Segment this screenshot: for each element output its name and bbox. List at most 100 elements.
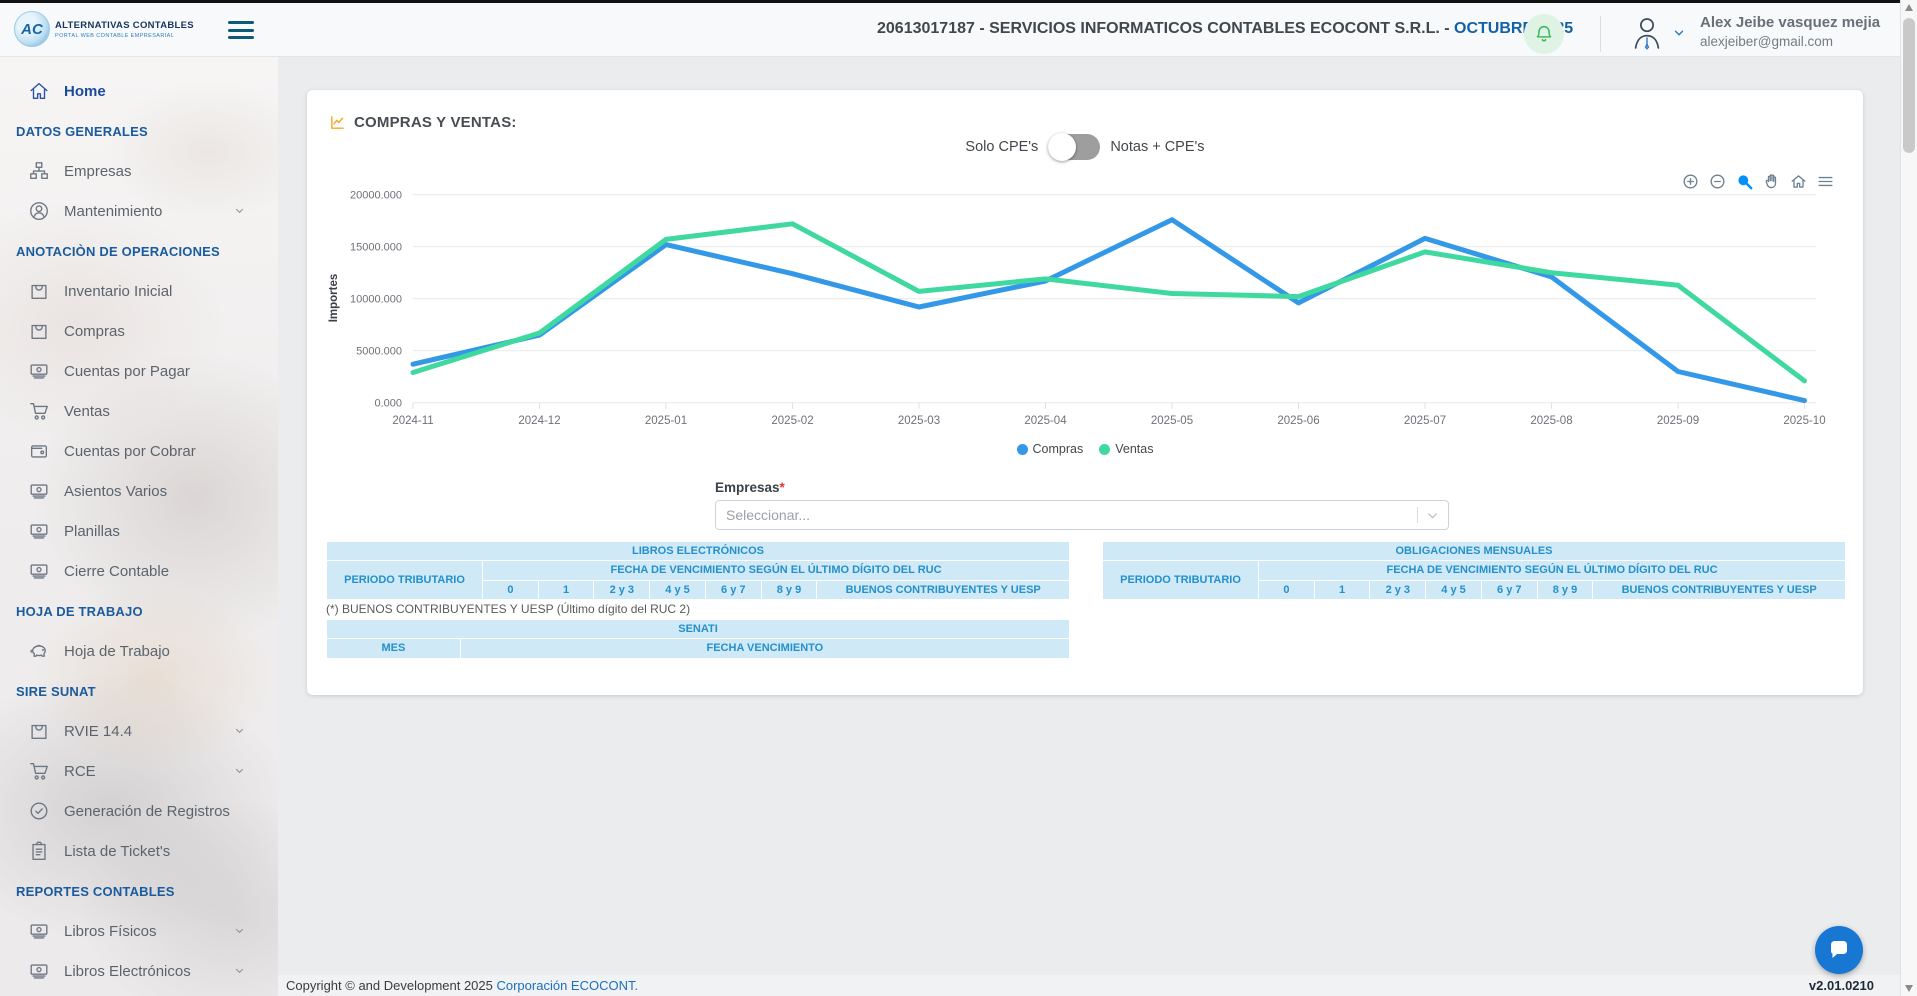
fecha-vencimiento-header: FECHA DE VENCIMIENTO SEGÚN EL ÚLTIMO DÍG… (1259, 561, 1846, 580)
sidebar-item-label: Empresas (64, 163, 132, 180)
chevron-down-icon (233, 204, 246, 217)
sidebar-item-asientos-varios[interactable]: Asientos Varios (0, 471, 278, 511)
app-logo[interactable]: AC ALTERNATIVAS CONTABLES PORTAL WEB CON… (14, 11, 194, 47)
cart-icon (28, 400, 50, 422)
libros-col-buenos-contribuyentes-y-uesp: BUENOS CONTRIBUYENTES Y UESP (817, 580, 1070, 599)
app-version: v2.01.0210 (1809, 978, 1900, 993)
y-tick-label: 20000.000 (350, 190, 402, 202)
sidebar-item-ventas[interactable]: Ventas (0, 391, 278, 431)
window-scrollbar[interactable] (1900, 0, 1917, 996)
ecocont-link[interactable]: Corporación ECOCONT. (496, 978, 638, 993)
obligaciones-col-buenos-contribuyentes-y-uesp: BUENOS CONTRIBUYENTES Y UESP (1593, 580, 1846, 599)
legend-item-compras[interactable]: Compras (1017, 442, 1084, 456)
sidebar-item-planillas[interactable]: Planillas (0, 511, 278, 551)
cpe-mode-toggle[interactable] (1048, 134, 1100, 160)
select-placeholder: Seleccionar... (716, 507, 1417, 523)
libros-col-4-y-5: 4 y 5 (650, 580, 706, 599)
scrollbar-up-arrow[interactable] (1905, 4, 1913, 11)
x-tick-label: 2025-01 (645, 415, 687, 427)
sidebar-section-anotacion-de-operaciones: ANOTACIÒN DE OPERACIONES (0, 231, 278, 271)
shopping-bag-icon (28, 280, 50, 302)
pan-icon[interactable] (1762, 172, 1781, 191)
chat-button[interactable] (1815, 926, 1863, 974)
table-title: LIBROS ELECTRÓNICOS (327, 542, 1070, 561)
check-circle-icon (28, 800, 50, 822)
toggle-label-solo-cpes: Solo CPE's (965, 139, 1038, 155)
sidebar-item-home[interactable]: Home (0, 71, 278, 111)
libros-col-2-y-3: 2 y 3 (594, 580, 650, 599)
zoom-in-icon[interactable] (1681, 172, 1700, 191)
sidebar-item-label: Planillas (64, 523, 120, 540)
banknote-icon (28, 960, 50, 982)
sidebar-item-label: RVIE 14.4 (64, 723, 132, 740)
chevron-down-icon (233, 724, 246, 737)
reset-zoom-icon[interactable] (1789, 172, 1808, 191)
chevron-down-icon (233, 764, 246, 777)
user-menu-chevron-icon[interactable] (1672, 26, 1686, 40)
chart-toolbar (1681, 172, 1835, 191)
banknote-icon (28, 520, 50, 542)
sidebar-item-mantenimiento[interactable]: Mantenimiento (0, 191, 278, 231)
obligaciones-col-8-y-9: 8 y 9 (1537, 580, 1593, 599)
sidebar-item-label: Hoja de Trabajo (64, 643, 170, 660)
user-circle-icon (28, 200, 50, 222)
sidebar-item-rce[interactable]: RCE (0, 751, 278, 791)
notifications-button[interactable] (1524, 14, 1564, 54)
menu-toggle-icon[interactable] (228, 21, 254, 41)
periodo-tributario-header: PERIODO TRIBUTARIO (327, 561, 483, 600)
obligaciones-col-0: 0 (1259, 580, 1315, 599)
sidebar-item-generacion-de-registros[interactable]: Generación de Registros (0, 791, 278, 831)
libros-col-8-y-9: 8 y 9 (761, 580, 817, 599)
x-tick-label: 2025-09 (1657, 415, 1699, 427)
sidebar-item-label: Libros Físicos (64, 923, 157, 940)
wallet-icon (28, 440, 50, 462)
sidebar-item-cuentas-por-cobrar[interactable]: Cuentas por Cobrar (0, 431, 278, 471)
menu-icon[interactable] (1816, 172, 1835, 191)
y-tick-label: 0.000 (374, 398, 402, 410)
main-content: COMPRAS Y VENTAS: Solo CPE's Notas + CPE… (278, 57, 1900, 975)
sidebar-item-libros-fisicos[interactable]: Libros Físicos (0, 911, 278, 951)
chart-legend: Compras Ventas (307, 442, 1863, 456)
compras-ventas-chart[interactable]: 20000.00015000.00010000.0005000.0000.000… (307, 162, 1863, 442)
sidebar-item-compras[interactable]: Compras (0, 311, 278, 351)
scrollbar-thumb[interactable] (1903, 18, 1915, 153)
header-divider (1600, 16, 1601, 52)
chevron-down-icon[interactable] (1426, 509, 1439, 522)
legend-label: Ventas (1115, 442, 1153, 456)
card-title: COMPRAS Y VENTAS: (354, 114, 517, 131)
y-tick-label: 10000.000 (350, 294, 402, 306)
required-asterisk: * (780, 480, 785, 495)
logo-subtitle: PORTAL WEB CONTABLE EMPRESARIAL (55, 33, 194, 39)
app-window: AC ALTERNATIVAS CONTABLES PORTAL WEB CON… (0, 0, 1917, 996)
sidebar-item-lista-de-ticket-s[interactable]: Lista de Ticket's (0, 831, 278, 871)
footer-bar: Copyright © and Development 2025 Corpora… (278, 975, 1900, 996)
senati-col-fecha-vencimiento: FECHA VENCIMIENTO (460, 639, 1069, 658)
clipboard-icon (28, 840, 50, 862)
chevron-down-icon (233, 964, 246, 977)
user-avatar[interactable] (1626, 12, 1668, 54)
legend-item-ventas[interactable]: Ventas (1099, 442, 1153, 456)
sidebar-item-inventario-inicial[interactable]: Inventario Inicial (0, 271, 278, 311)
sidebar-item-hoja-de-trabajo[interactable]: Hoja de Trabajo (0, 631, 278, 671)
empresas-select[interactable]: Seleccionar... (715, 500, 1449, 530)
y-axis-title: Importes (328, 274, 340, 323)
x-tick-label: 2024-12 (518, 415, 560, 427)
sidebar-item-empresas[interactable]: Empresas (0, 151, 278, 191)
sidebar-item-label: Cuentas por Pagar (64, 363, 190, 380)
selection-zoom-icon[interactable] (1735, 172, 1754, 191)
chart-line-ventas[interactable] (413, 224, 1805, 381)
logo-swirl-icon: AC (14, 11, 50, 47)
scrollbar-down-arrow[interactable] (1905, 985, 1913, 992)
sidebar-item-libros-electronicos[interactable]: Libros Electrónicos (0, 951, 278, 991)
sidebar-item-label: Ventas (64, 403, 110, 420)
shopping-bag-icon (28, 720, 50, 742)
fecha-vencimiento-header: FECHA DE VENCIMIENTO SEGÚN EL ÚLTIMO DÍG… (483, 561, 1070, 580)
sidebar-item-rvie-14-4[interactable]: RVIE 14.4 (0, 711, 278, 751)
sidebar-item-cuentas-por-pagar[interactable]: Cuentas por Pagar (0, 351, 278, 391)
sidebar-item-cierre-contable[interactable]: Cierre Contable (0, 551, 278, 591)
zoom-out-icon[interactable] (1708, 172, 1727, 191)
banknote-icon (28, 360, 50, 382)
copyright-text: Copyright © and Development 2025 Corpora… (278, 978, 638, 993)
sidebar-item-label: RCE (64, 763, 96, 780)
sidebar-section-reportes-contables: REPORTES CONTABLES (0, 871, 278, 911)
